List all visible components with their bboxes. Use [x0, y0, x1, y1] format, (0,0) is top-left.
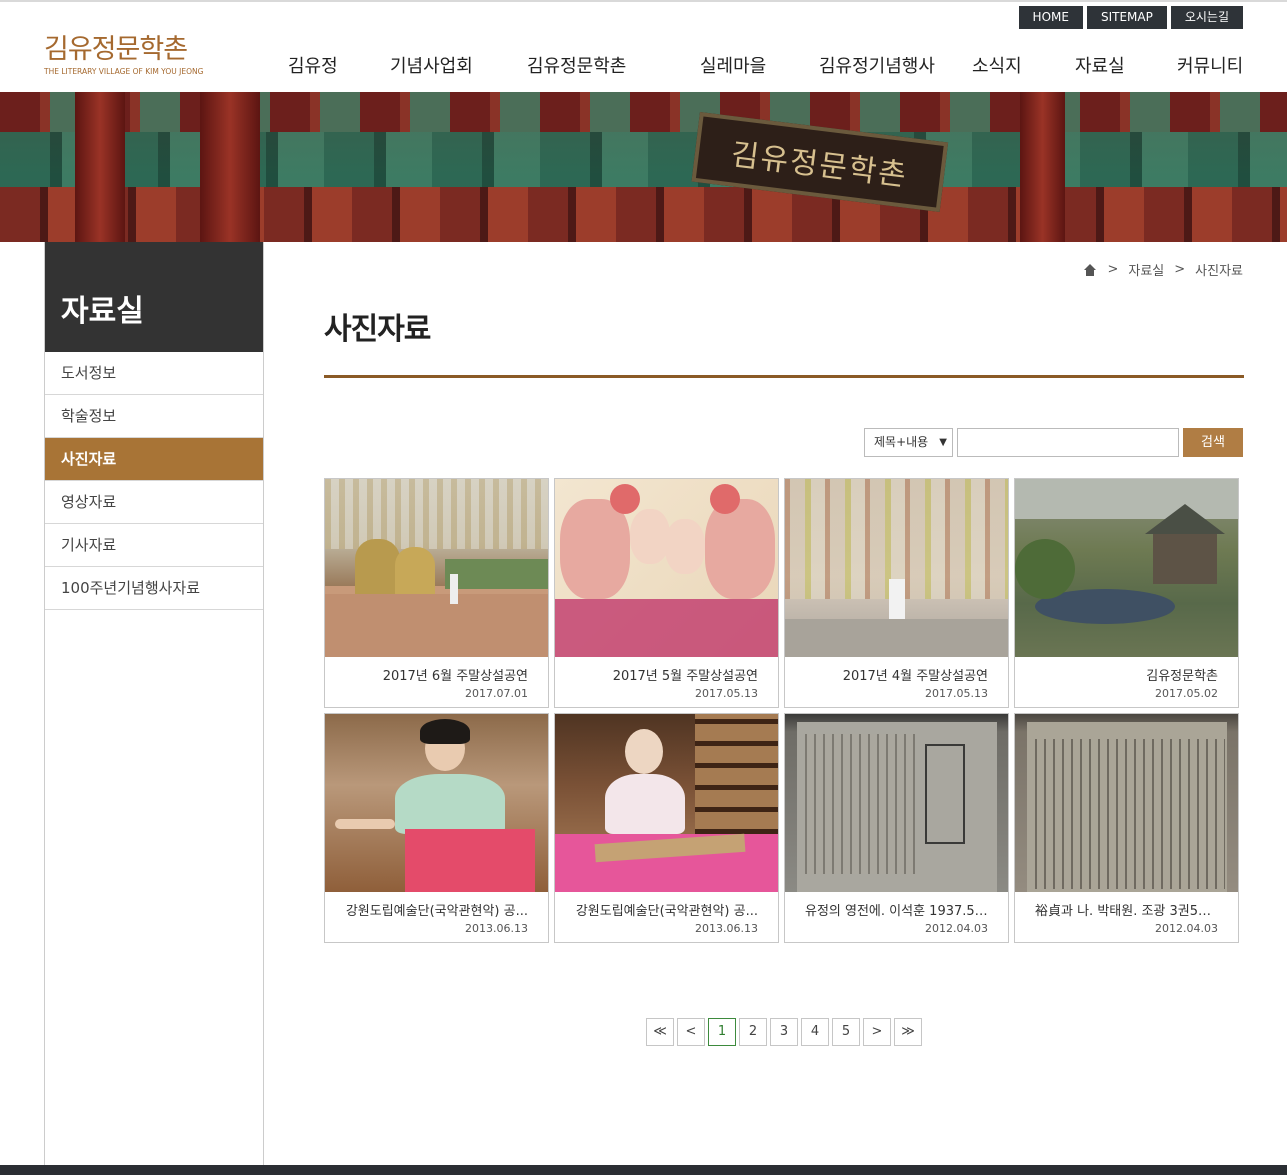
gallery-thumbnail[interactable] [1015, 479, 1238, 657]
gallery-item-date: 2017.05.02 [1155, 687, 1218, 700]
utility-nav: HOME SITEMAP 오시는길 [1018, 6, 1243, 29]
footer [0, 1165, 1287, 1175]
gallery-item[interactable]: 강원도립예술단(국악관현악) 공... 2013.06.13 [324, 713, 549, 943]
side-menu-item-photos[interactable]: 사진자료 [45, 438, 263, 481]
gallery-item[interactable]: 2017년 5월 주말상설공연 2017.05.13 [554, 478, 779, 708]
top-border [0, 0, 1287, 2]
breadcrumb-level2[interactable]: 사진자료 [1195, 260, 1243, 279]
page-number[interactable]: 2 [739, 1018, 767, 1046]
gallery-item-date: 2013.06.13 [695, 922, 758, 935]
gallery-item-date: 2017.07.01 [465, 687, 528, 700]
side-menu-title: 자료실 [45, 242, 263, 352]
sub-visual-banner: 김유정문학촌 [0, 92, 1287, 242]
gallery-item-date: 2017.05.13 [925, 687, 988, 700]
gallery-item-title[interactable]: 2017년 5월 주말상설공연 [575, 665, 758, 684]
sitemap-link[interactable]: SITEMAP [1086, 6, 1167, 29]
side-menu-item-centennial[interactable]: 100주년기념행사자료 [45, 567, 263, 610]
breadcrumb-level1[interactable]: 자료실 [1128, 260, 1164, 279]
page-title: 사진자료 [324, 312, 431, 347]
page-number[interactable]: 3 [770, 1018, 798, 1046]
first-page-button[interactable]: ≪ [646, 1018, 674, 1046]
pagination: ≪ < 1 2 3 4 5 > ≫ [646, 1018, 922, 1046]
banner-pillar [1020, 92, 1065, 242]
banner-pillar [200, 92, 260, 242]
side-menu: 자료실 도서정보 학술정보 사진자료 영상자료 기사자료 100주년기념행사자료 [44, 242, 264, 1175]
gallery-item-title[interactable]: 강원도립예술단(국악관현악) 공... [575, 900, 758, 919]
gallery-thumbnail[interactable] [785, 479, 1008, 657]
gallery-item-date: 2013.06.13 [465, 922, 528, 935]
nav-item-archive[interactable]: 자료실 [1075, 52, 1125, 78]
nav-item-memorial-events[interactable]: 김유정기념행사 [819, 52, 935, 78]
banner-beam [0, 132, 1287, 187]
gallery-item-title[interactable]: 裕貞과 나. 박태원. 조광 3권5호 ... [1035, 900, 1218, 919]
side-menu-item-books[interactable]: 도서정보 [45, 352, 263, 395]
main-navigation: 김유정 기념사업회 김유정문학촌 실레마을 김유정기념행사 소식지 자료실 커뮤… [0, 52, 1287, 78]
next-page-button[interactable]: > [863, 1018, 891, 1046]
gallery-item[interactable]: 김유정문학촌 2017.05.02 [1014, 478, 1239, 708]
gallery-thumbnail[interactable] [1015, 714, 1238, 892]
gallery-item[interactable]: 2017년 6월 주말상설공연 2017.07.01 [324, 478, 549, 708]
gallery-item[interactable]: 강원도립예술단(국악관현악) 공... 2013.06.13 [554, 713, 779, 943]
gallery-item-date: 2012.04.03 [1155, 922, 1218, 935]
search-bar: 제목+내용 ▼ 검색 [864, 428, 1243, 457]
banner-beam [0, 92, 1287, 132]
nav-item-sille-village[interactable]: 실레마을 [700, 52, 766, 78]
home-icon[interactable] [1083, 263, 1097, 276]
gallery-item-title[interactable]: 강원도립예술단(국악관현악) 공... [345, 900, 528, 919]
prev-page-button[interactable]: < [677, 1018, 705, 1046]
search-type-select[interactable]: 제목+내용 ▼ [864, 428, 953, 457]
breadcrumb-separator: > [1174, 262, 1186, 277]
banner-beam [0, 187, 1287, 242]
gallery-item-title[interactable]: 유정의 영전에. 이석훈 1937.5. ... [805, 900, 988, 919]
side-menu-item-videos[interactable]: 영상자료 [45, 481, 263, 524]
directions-link[interactable]: 오시는길 [1170, 6, 1243, 29]
gallery-thumbnail[interactable] [325, 479, 548, 657]
breadcrumb-separator: > [1107, 262, 1119, 277]
gallery-item[interactable]: 裕貞과 나. 박태원. 조광 3권5호 ... 2012.04.03 [1014, 713, 1239, 943]
side-menu-item-articles[interactable]: 기사자료 [45, 524, 263, 567]
search-type-value: 제목+내용 [874, 435, 929, 449]
search-input[interactable] [957, 428, 1179, 457]
gallery-item-title[interactable]: 김유정문학촌 [1035, 665, 1218, 684]
gallery-item-date: 2012.04.03 [925, 922, 988, 935]
nav-item-community[interactable]: 커뮤니티 [1177, 52, 1243, 78]
page-number[interactable]: 5 [832, 1018, 860, 1046]
gallery-thumbnail[interactable] [555, 479, 778, 657]
side-menu-item-academic[interactable]: 학술정보 [45, 395, 263, 438]
banner-pillar [75, 92, 125, 242]
gallery-item[interactable]: 2017년 4월 주말상설공연 2017.05.13 [784, 478, 1009, 708]
nav-item-literary-village[interactable]: 김유정문학촌 [527, 52, 626, 78]
home-link[interactable]: HOME [1018, 6, 1083, 29]
gallery-thumbnail[interactable] [325, 714, 548, 892]
nav-item-memorial-society[interactable]: 기념사업회 [390, 52, 473, 78]
breadcrumb: > 자료실 > 사진자료 [1083, 260, 1243, 279]
gallery-item-date: 2017.05.13 [695, 687, 758, 700]
title-divider [324, 375, 1244, 378]
nav-item-newsletter[interactable]: 소식지 [972, 52, 1022, 78]
chevron-down-icon: ▼ [939, 437, 947, 448]
search-button[interactable]: 검색 [1183, 428, 1243, 457]
gallery-item-title[interactable]: 2017년 4월 주말상설공연 [805, 665, 988, 684]
gallery-item[interactable]: 유정의 영전에. 이석훈 1937.5. ... 2012.04.03 [784, 713, 1009, 943]
page-number-current[interactable]: 1 [708, 1018, 736, 1046]
gallery-thumbnail[interactable] [785, 714, 1008, 892]
last-page-button[interactable]: ≫ [894, 1018, 922, 1046]
gallery-item-title[interactable]: 2017년 6월 주말상설공연 [345, 665, 528, 684]
nav-item-kimyoujeong[interactable]: 김유정 [288, 52, 338, 78]
gallery-thumbnail[interactable] [555, 714, 778, 892]
page-number[interactable]: 4 [801, 1018, 829, 1046]
